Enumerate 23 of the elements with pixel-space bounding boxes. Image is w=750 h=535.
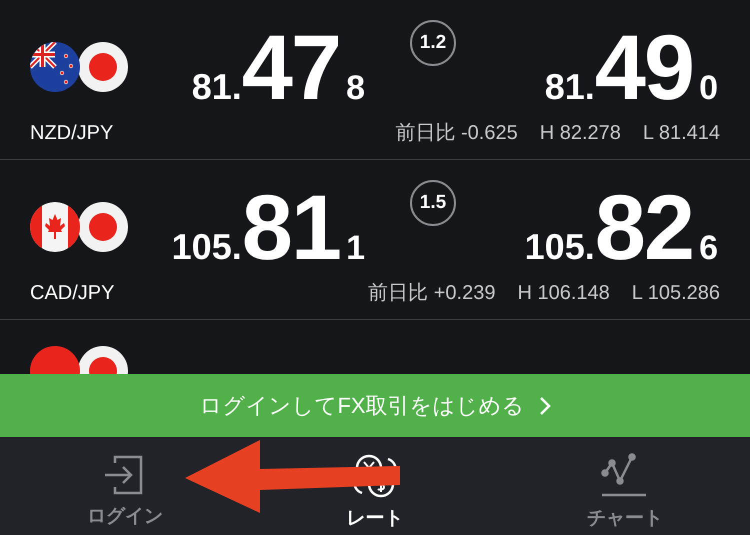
flag-icon xyxy=(78,202,128,252)
ask-price[interactable]: 105.82 6 xyxy=(524,182,718,274)
daily-change: 前日比 +0.239 xyxy=(368,281,496,306)
flag-icon xyxy=(30,42,80,92)
tab[interactable]: ログイン xyxy=(87,451,163,535)
spread-badge: 1.5 xyxy=(410,180,456,226)
chevron-right-icon xyxy=(538,396,551,416)
low-price: L 105.286 xyxy=(632,281,720,306)
high-price: H 106.148 xyxy=(517,281,610,306)
flag-icon xyxy=(30,202,80,252)
spread-badge: 1.2 xyxy=(410,20,456,66)
bid-price[interactable]: 105.81 1 xyxy=(172,182,365,274)
bid-price[interactable]: 81.47 8 xyxy=(192,22,365,114)
flag-icon xyxy=(78,42,128,92)
high-price: H 82.278 xyxy=(540,121,621,146)
pair-name: NZD/JPY xyxy=(30,121,114,146)
rate-row[interactable]: 81.47 8 1.2 81.49 0 NZD/JPY 前日比 -0.625 H 82.278 L 81.414 xyxy=(0,0,750,160)
daily-change: 前日比 -0.625 xyxy=(395,121,518,146)
tab[interactable]: チャート xyxy=(587,451,663,535)
pair-name: CAD/JPY xyxy=(30,281,116,306)
low-price: L 81.414 xyxy=(642,121,720,146)
ask-price[interactable]: 81.49 0 xyxy=(544,22,718,114)
rate-row[interactable]: 105.81 1 1.5 105.82 6 CAD/JPY 前日比 +0.239 H 106.148 L 105.286 xyxy=(0,160,750,320)
